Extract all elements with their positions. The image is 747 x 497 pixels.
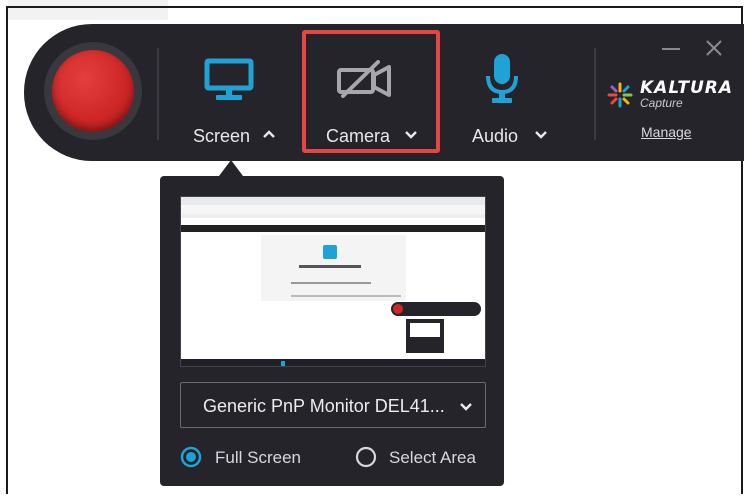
panel-pointer [219,160,243,176]
monitor-select[interactable]: Generic PnP Monitor DEL41... [180,382,486,428]
manage-link[interactable]: Manage [641,124,692,140]
screen-label: Screen [193,126,251,146]
full-screen-label: Full Screen [215,448,301,467]
toolbar-divider [594,48,596,140]
close-icon[interactable] [704,38,724,58]
monitor-icon [204,58,254,100]
chevron-up-icon [263,130,275,138]
screen-preview-image [181,197,485,366]
screen-control[interactable]: Screen [190,30,290,153]
brand-product: Capture [640,96,683,110]
audio-control[interactable]: Audio [464,30,564,153]
minimize-icon[interactable] [660,42,682,56]
toolbar-divider [157,48,159,140]
microphone-icon [486,54,518,103]
chevron-down-icon [460,403,472,411]
brand-name: KALTURA [640,78,733,98]
audio-label: Audio [472,126,519,146]
screen-preview-thumbnail[interactable] [180,196,486,367]
monitor-select-value: Generic PnP Monitor DEL41... [203,396,445,416]
chevron-down-icon [535,131,547,139]
select-area-label: Select Area [389,448,476,467]
record-button[interactable] [52,50,134,132]
camera-highlight-box [302,30,440,153]
select-area-radio[interactable]: Select Area [355,446,495,470]
radio-selected-icon [180,446,202,468]
full-screen-radio[interactable]: Full Screen [180,446,320,470]
kaltura-logo-icon [607,82,633,108]
radio-unselected-icon [355,446,377,468]
